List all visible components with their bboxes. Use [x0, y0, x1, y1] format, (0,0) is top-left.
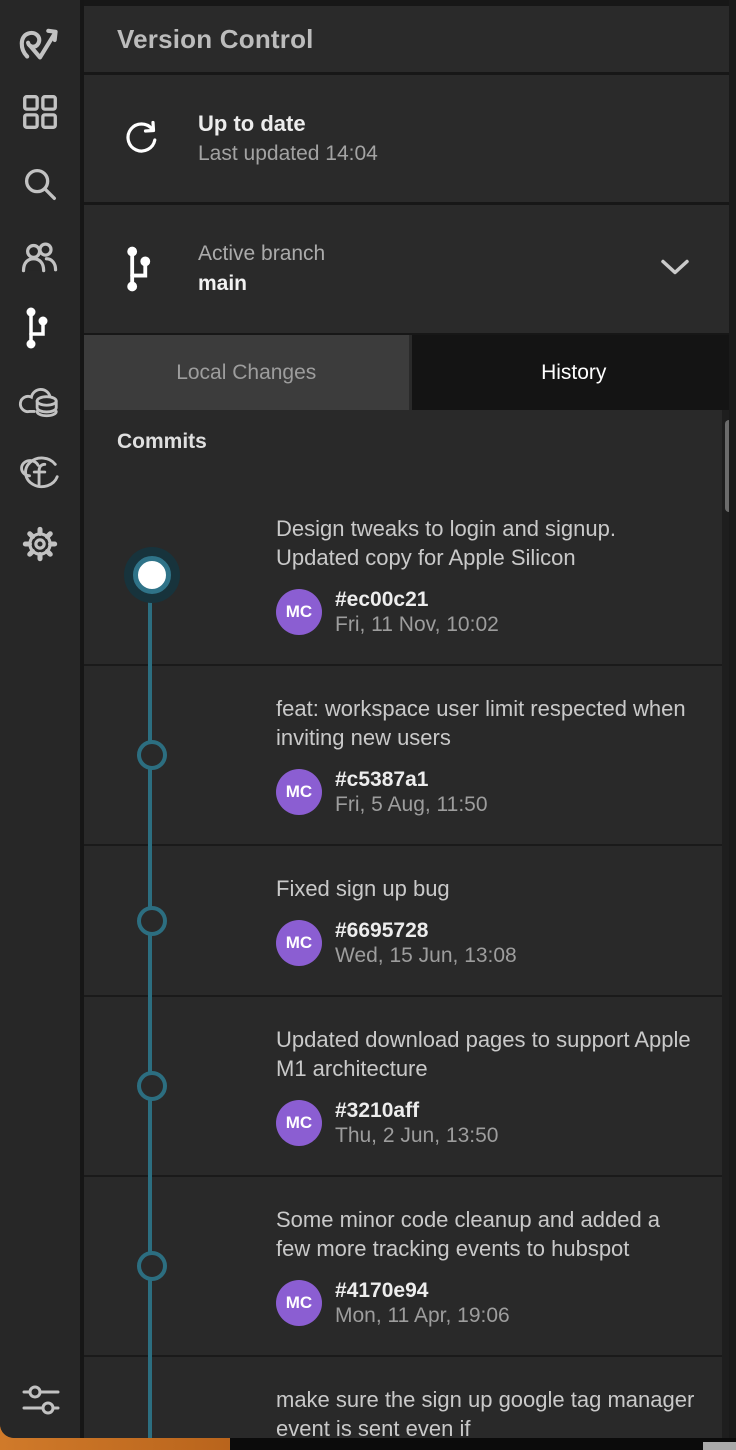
commit-message: feat: workspace user limit respected whe… — [276, 694, 700, 752]
window-right-edge — [729, 0, 736, 1438]
version-control-branch-icon[interactable] — [16, 304, 64, 352]
page-title: Version Control — [117, 24, 314, 55]
commit-body: Updated download pages to support Apple … — [276, 1025, 700, 1147]
commit-message: Some minor code cleanup and added a few … — [276, 1205, 700, 1263]
commit-body: Some minor code cleanup and added a few … — [276, 1205, 700, 1327]
commit-row[interactable]: Design tweaks to login and signup. Updat… — [84, 464, 736, 664]
commit-message: Updated download pages to support Apple … — [276, 1025, 700, 1083]
search-icon[interactable] — [16, 160, 64, 208]
background-window-fragment — [703, 1442, 736, 1450]
avatar: MC — [276, 1100, 322, 1146]
commit-node-column — [84, 1025, 276, 1147]
commit-node-column — [84, 1205, 276, 1327]
commit-date: Fri, 11 Nov, 10:02 — [335, 613, 499, 636]
commit-date: Thu, 2 Jun, 13:50 — [335, 1124, 498, 1147]
commit-hash: #6695728 — [335, 919, 517, 942]
commit-body: Design tweaks to login and signup. Updat… — [276, 514, 700, 636]
sync-status-row[interactable]: Up to date Last updated 14:04 — [84, 75, 736, 202]
commit-meta: MC #c5387a1Fri, 5 Aug, 11:50 — [276, 768, 700, 816]
chevron-down-icon[interactable] — [660, 254, 690, 285]
version-control-window: Version Control Up to date Last updated … — [0, 0, 736, 1438]
commit-body: feat: workspace user limit respected whe… — [276, 694, 700, 816]
branch-icon — [118, 243, 166, 295]
commit-node[interactable] — [137, 906, 167, 936]
commit-hash: #c5387a1 — [335, 768, 488, 791]
tab-local-changes[interactable]: Local Changes — [84, 335, 409, 410]
commit-node[interactable] — [137, 1251, 167, 1281]
desktop: Version Control Up to date Last updated … — [0, 0, 736, 1450]
tab-bar: Local Changes History — [84, 333, 736, 410]
avatar: MC — [276, 589, 322, 635]
dashboard-icon[interactable] — [16, 88, 64, 136]
refresh-icon[interactable] — [122, 119, 162, 159]
sync-status-title: Up to date — [198, 111, 378, 137]
commit-row[interactable]: feat: workspace user limit respected whe… — [84, 664, 736, 844]
commit-date: Fri, 5 Aug, 11:50 — [335, 793, 488, 816]
commit-row[interactable]: Fixed sign up bug MC #6695728Wed, 15 Jun, … — [84, 844, 736, 995]
avatar: MC — [276, 769, 322, 815]
commit-meta: MC #4170e94Mon, 11 Apr, 19:06 — [276, 1279, 700, 1327]
commit-node[interactable] — [137, 740, 167, 770]
commit-meta: MC #6695728Wed, 15 Jun, 13:08 — [276, 919, 700, 967]
commits-panel: Commits Design tweaks to login and signu… — [84, 410, 736, 1438]
commit-row[interactable]: Updated download pages to support Apple … — [84, 995, 736, 1175]
commits-heading: Commits — [84, 410, 736, 464]
settings-gear-icon[interactable] — [16, 520, 64, 568]
commit-date: Mon, 11 Apr, 19:06 — [335, 1304, 510, 1327]
tab-history[interactable]: History — [412, 335, 736, 410]
commit-node-column — [84, 694, 276, 816]
team-icon[interactable] — [16, 232, 64, 280]
commit-node-column — [84, 874, 276, 967]
commit-message: Fixed sign up bug — [276, 874, 700, 903]
commit-hash: #ec00c21 — [335, 588, 499, 611]
cloud-sync-icon[interactable] — [16, 448, 64, 496]
commit-message: make sure the sign up google tag manager… — [276, 1385, 700, 1438]
preferences-sliders-icon[interactable] — [18, 1376, 66, 1424]
avatar: MC — [276, 1280, 322, 1326]
cloud-storage-icon[interactable] — [16, 376, 64, 424]
commit-row[interactable]: Some minor code cleanup and added a few … — [84, 1175, 736, 1355]
commit-list: Design tweaks to login and signup. Updat… — [84, 464, 736, 1438]
commit-body: Fixed sign up bug MC #6695728Wed, 15 Jun, … — [276, 874, 700, 967]
commit-meta: MC #ec00c21Fri, 11 Nov, 10:02 — [276, 588, 700, 636]
active-branch-label: Active branch — [198, 242, 325, 266]
sync-status-subtitle: Last updated 14:04 — [198, 142, 378, 166]
commit-node[interactable] — [137, 1071, 167, 1101]
main-panel: Version Control Up to date Last updated … — [84, 0, 736, 1438]
commit-node-column — [84, 514, 276, 636]
commit-hash: #4170e94 — [335, 1279, 510, 1302]
commit-meta: MC #3210affThu, 2 Jun, 13:50 — [276, 1099, 700, 1147]
plant-logo-icon[interactable] — [16, 16, 64, 64]
commit-node-column — [84, 1385, 276, 1438]
sidebar — [0, 0, 84, 1438]
commit-hash: #3210aff — [335, 1099, 498, 1122]
commit-message: Design tweaks to login and signup. Updat… — [276, 514, 700, 572]
active-branch-selector[interactable]: Active branch main — [84, 205, 736, 333]
commit-row[interactable]: make sure the sign up google tag manager… — [84, 1355, 736, 1438]
avatar: MC — [276, 920, 322, 966]
active-branch-name: main — [198, 272, 325, 296]
panel-header: Version Control — [84, 6, 736, 72]
commit-body: make sure the sign up google tag manager… — [276, 1385, 700, 1438]
commit-timeline — [148, 564, 152, 1438]
commit-date: Wed, 15 Jun, 13:08 — [335, 944, 517, 967]
current-commit-node[interactable] — [124, 547, 180, 603]
